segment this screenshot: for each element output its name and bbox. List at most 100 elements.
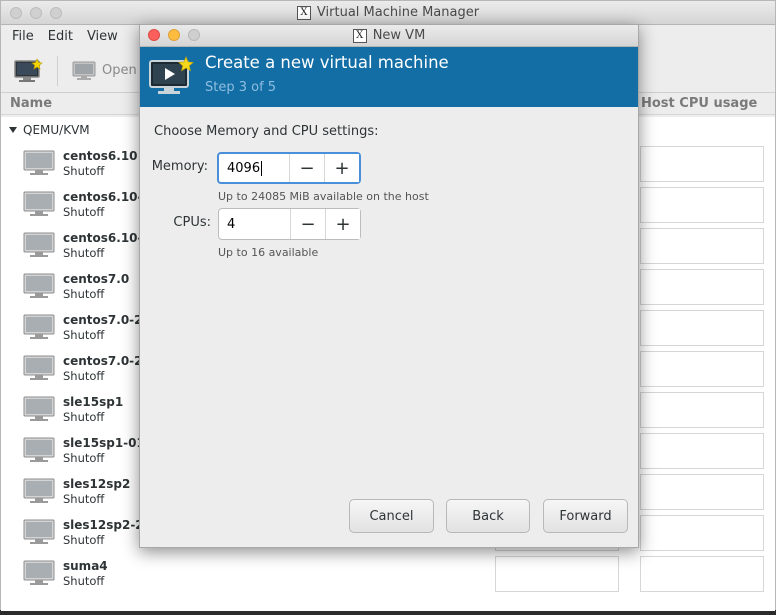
cancel-button[interactable]: Cancel — [349, 499, 434, 533]
close-icon[interactable] — [148, 29, 160, 41]
vm-state: Shutoff — [63, 205, 105, 219]
minimize-icon[interactable] — [168, 29, 180, 41]
new-vm-button[interactable] — [13, 57, 43, 84]
memory-decrement-button[interactable]: − — [289, 154, 324, 182]
vm-monitor-icon — [23, 560, 55, 585]
zoom-icon[interactable] — [50, 7, 62, 19]
new-vm-icon — [14, 57, 43, 82]
cpus-label: CPUs: — [173, 215, 211, 230]
vm-monitor-icon — [23, 437, 55, 462]
vm-monitor-icon — [23, 355, 55, 380]
x11-icon: X — [352, 28, 367, 43]
vm-state: Shutoff — [63, 574, 105, 588]
main-titlebar[interactable]: X Virtual Machine Manager — [1, 1, 775, 25]
host-cpu-usage-graph — [640, 146, 764, 182]
desktop: X Virtual Machine Manager File Edit View — [0, 0, 776, 615]
minimize-icon[interactable] — [30, 7, 42, 19]
menu-file[interactable]: File — [5, 25, 41, 49]
wizard-banner: Create a new virtual machine Step 3 of 5 — [140, 47, 638, 107]
dialog-title-text: New VM — [372, 28, 426, 43]
cpus-hint: Up to 16 available — [218, 246, 319, 259]
dialog-body: Choose Memory and CPU settings: Memory: … — [140, 107, 638, 547]
vm-name: centos6.10- — [63, 231, 143, 245]
host-cpu-usage-graph — [640, 433, 764, 469]
vm-row[interactable]: suma4 Shutoff — [1, 554, 775, 595]
vm-play-icon — [149, 56, 194, 94]
new-vm-dialog: X New VM Create a new virtual machine St… — [139, 24, 639, 548]
memory-input[interactable]: 4096 — [219, 154, 289, 182]
vm-monitor-icon — [23, 478, 55, 503]
cpus-decrement-button[interactable]: − — [290, 209, 325, 239]
forward-button[interactable]: Forward — [543, 499, 628, 533]
cpus-increment-button[interactable]: + — [325, 209, 360, 239]
vm-state: Shutoff — [63, 451, 105, 465]
open-label: Open — [102, 63, 137, 78]
vm-monitor-icon — [23, 314, 55, 339]
vm-state: Shutoff — [63, 164, 105, 178]
connection-label: QEMU/KVM — [23, 123, 90, 137]
menu-view[interactable]: View — [80, 25, 125, 49]
column-cpu-usage[interactable]: Host CPU usage — [641, 96, 757, 111]
host-cpu-usage-graph — [640, 556, 764, 592]
vm-name: centos6.10- — [63, 190, 143, 204]
expander-down-icon[interactable] — [9, 127, 17, 133]
vm-monitor-icon — [23, 519, 55, 544]
host-cpu-usage-graph — [640, 474, 764, 510]
host-cpu-usage-graph — [640, 515, 764, 551]
vm-state: Shutoff — [63, 492, 105, 506]
memory-value: 4096 — [227, 160, 261, 176]
host-cpu-usage-graph — [640, 228, 764, 264]
close-icon[interactable] — [10, 7, 22, 19]
vm-name: suma4 — [63, 559, 108, 573]
dialog-title: X New VM — [352, 28, 426, 43]
vm-name: sle15sp1 — [63, 395, 124, 409]
open-vm-button[interactable]: Open — [72, 60, 137, 82]
vm-monitor-icon — [23, 150, 55, 175]
vm-name: centos7.0-2 — [63, 354, 143, 368]
main-title-text: Virtual Machine Manager — [316, 5, 480, 20]
column-name[interactable]: Name — [1, 96, 52, 111]
cpus-input[interactable]: 4 — [219, 209, 290, 239]
vm-state: Shutoff — [63, 287, 105, 301]
vm-state: Shutoff — [63, 246, 105, 260]
memory-spinbutton[interactable]: 4096 − + — [217, 152, 361, 184]
wizard-title: Create a new virtual machine — [205, 53, 449, 72]
section-heading: Choose Memory and CPU settings: — [154, 124, 379, 139]
vm-monitor-icon — [23, 191, 55, 216]
vm-monitor-icon — [23, 273, 55, 298]
host-cpu-usage-graph — [640, 187, 764, 223]
x11-icon: X — [296, 5, 311, 20]
cpus-value: 4 — [227, 216, 236, 232]
cpus-spinbutton[interactable]: 4 − + — [218, 208, 361, 240]
back-button[interactable]: Back — [446, 499, 530, 533]
vm-name: sles12sp2-2 — [63, 518, 144, 532]
memory-increment-button[interactable]: + — [324, 154, 359, 182]
monitor-icon — [72, 61, 96, 80]
dialog-titlebar[interactable]: X New VM — [140, 25, 638, 47]
vm-state: Shutoff — [63, 410, 105, 424]
wizard-step: Step 3 of 5 — [205, 80, 277, 95]
vm-name: centos6.10 — [63, 149, 138, 163]
toolbar-separator — [57, 55, 58, 86]
zoom-icon[interactable] — [188, 29, 200, 41]
vm-state: Shutoff — [63, 533, 105, 547]
vm-monitor-icon — [23, 232, 55, 257]
cpu-usage-graph — [495, 556, 619, 592]
text-cursor — [261, 160, 263, 176]
host-cpu-usage-graph — [640, 392, 764, 428]
dialog-window-controls — [148, 29, 200, 41]
host-cpu-usage-graph — [640, 310, 764, 346]
memory-label: Memory: — [151, 159, 208, 174]
connection-group[interactable]: QEMU/KVM — [9, 123, 90, 137]
vm-state: Shutoff — [63, 328, 105, 342]
vm-name: centos7.0-2 — [63, 313, 143, 327]
host-cpu-usage-graph — [640, 269, 764, 305]
host-cpu-usage-graph — [640, 351, 764, 387]
main-title: X Virtual Machine Manager — [296, 5, 480, 20]
vm-state: Shutoff — [63, 369, 105, 383]
vm-monitor-icon — [23, 396, 55, 421]
menu-edit[interactable]: Edit — [41, 25, 80, 49]
vm-name: sles12sp2 — [63, 477, 131, 491]
memory-hint: Up to 24085 MiB available on the host — [218, 190, 429, 203]
vm-name: sle15sp1-01 — [63, 436, 145, 450]
